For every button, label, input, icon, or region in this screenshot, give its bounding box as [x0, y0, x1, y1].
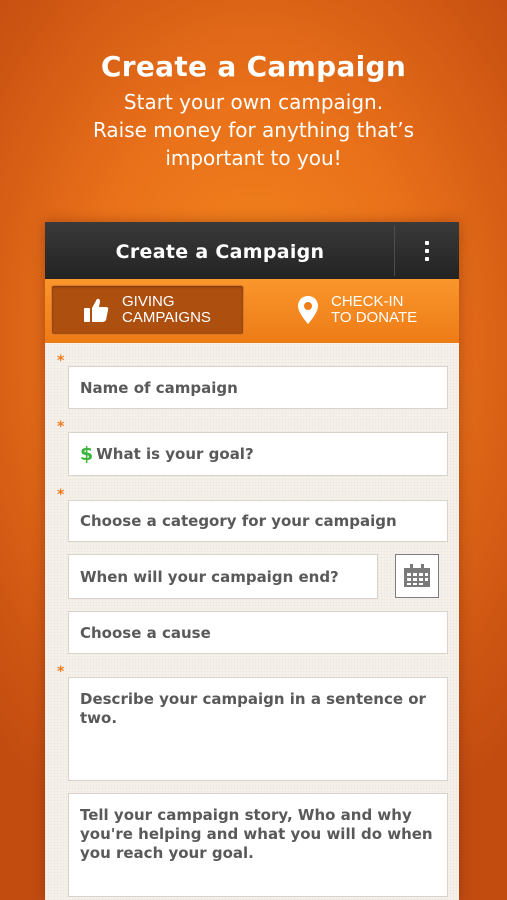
- calendar-icon: [404, 564, 430, 587]
- location-pin-icon: [297, 295, 319, 325]
- goal-placeholder: What is your goal?: [96, 445, 254, 463]
- campaign-name-placeholder: Name of campaign: [80, 378, 238, 397]
- promo-header: Create a Campaign Start your own campaig…: [0, 50, 507, 172]
- action-bar: Create a Campaign: [45, 222, 459, 279]
- dollar-icon: $: [80, 443, 94, 465]
- thumbs-up-icon: [82, 296, 110, 324]
- tab-bar: GIVING CAMPAIGNS CHECK-IN TO DONATE: [45, 279, 459, 343]
- end-date-placeholder: When will your campaign end?: [80, 567, 339, 586]
- action-bar-title: Create a Campaign: [115, 241, 325, 263]
- campaign-name-input[interactable]: Name of campaign: [68, 366, 448, 409]
- tab-giving-campaigns-label: GIVING CAMPAIGNS: [122, 293, 211, 326]
- story-placeholder: Tell your campaign story, Who and why yo…: [80, 806, 433, 862]
- category-placeholder: Choose a category for your campaign: [80, 512, 397, 530]
- required-marker: *: [57, 353, 65, 369]
- cause-select[interactable]: Choose a cause: [68, 611, 448, 654]
- end-date-input[interactable]: When will your campaign end?: [68, 554, 378, 599]
- promo-subtitle-line-3: important to you!: [165, 146, 342, 170]
- description-placeholder: Describe your campaign in a sentence or …: [80, 690, 426, 727]
- required-marker: *: [57, 487, 65, 503]
- campaign-form: * Name of campaign * $ What is your goal…: [45, 343, 459, 900]
- story-textarea[interactable]: Tell your campaign story, Who and why yo…: [68, 793, 448, 897]
- cause-placeholder: Choose a cause: [80, 623, 211, 642]
- tab-giving-campaigns[interactable]: GIVING CAMPAIGNS: [51, 285, 244, 335]
- calendar-button[interactable]: [395, 554, 439, 598]
- app-screen: Create a Campaign GIVING CAMPAIGNS CHECK…: [45, 222, 459, 900]
- promo-subtitle-line-1: Start your own campaign.: [123, 90, 384, 114]
- required-marker: *: [57, 664, 65, 680]
- description-textarea[interactable]: Describe your campaign in a sentence or …: [68, 677, 448, 781]
- category-select[interactable]: Choose a category for your campaign: [68, 500, 448, 542]
- promo-title: Create a Campaign: [100, 50, 407, 83]
- tab-check-in-to-donate[interactable]: CHECK-IN TO DONATE: [291, 285, 451, 335]
- tab-check-in-label: CHECK-IN TO DONATE: [331, 293, 418, 326]
- required-marker: *: [57, 419, 65, 435]
- goal-input[interactable]: $ What is your goal?: [68, 432, 448, 476]
- promo-subtitle-line-2: Raise money for anything that’s: [92, 118, 415, 142]
- overflow-menu-icon[interactable]: [395, 222, 459, 279]
